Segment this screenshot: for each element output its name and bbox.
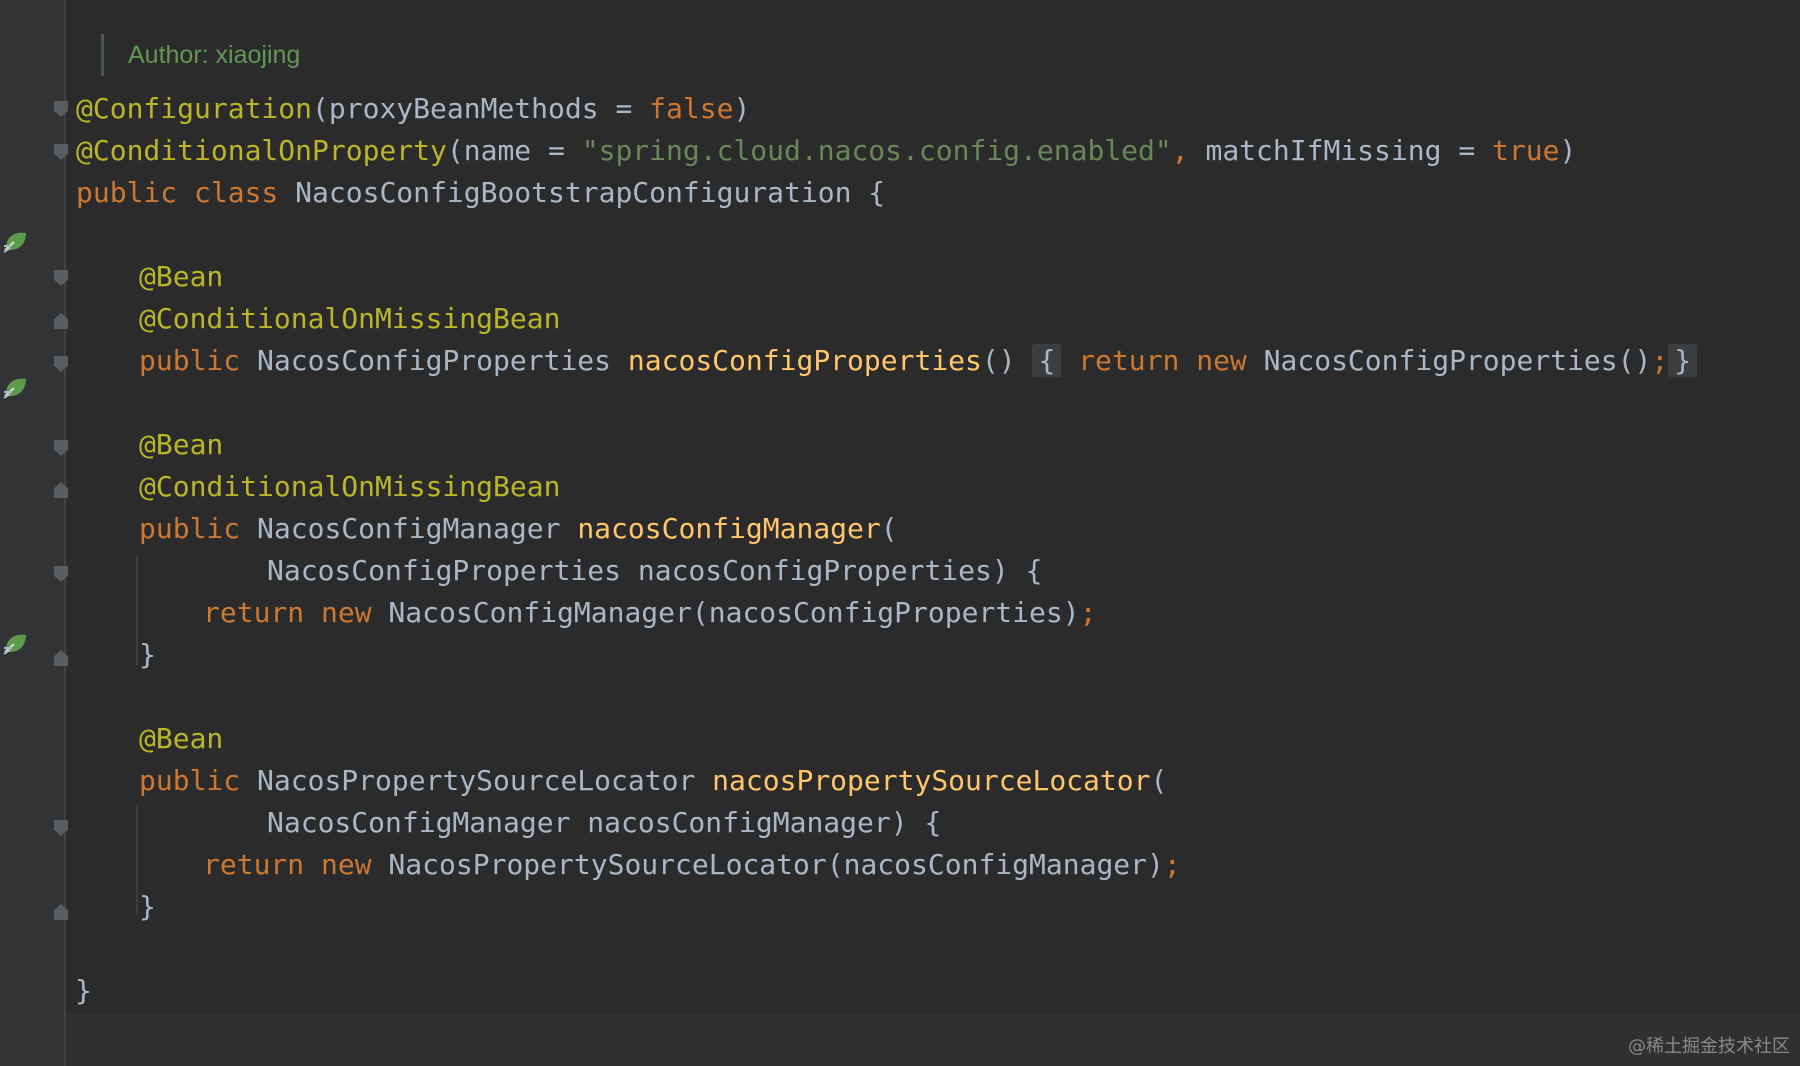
code-text: ) xyxy=(1559,134,1577,167)
annotation: @Bean xyxy=(139,260,224,293)
annotation: @ConditionalOnMissingBean xyxy=(139,302,561,335)
method-name: nacosConfigProperties xyxy=(627,344,982,377)
code-text: } xyxy=(139,638,156,671)
folded-region-open[interactable]: { xyxy=(1032,344,1062,377)
code-line-2: @ConditionalOnProperty(name = "spring.cl… xyxy=(76,130,1576,172)
indent-guide xyxy=(136,805,138,915)
code-text: } xyxy=(75,974,92,1007)
spring-bean-icon[interactable] xyxy=(2,374,32,400)
annotation: @ConditionalOnProperty xyxy=(76,134,447,167)
keyword: return new xyxy=(203,848,372,881)
code-line-17: } xyxy=(139,886,156,928)
code-line-12: } xyxy=(139,634,156,676)
spring-bean-icon[interactable] xyxy=(2,228,32,254)
keyword: false xyxy=(649,92,734,125)
code-line-16: return new NacosPropertySourceLocator(na… xyxy=(203,844,1181,886)
keyword: public class xyxy=(76,176,279,209)
code-text: NacosConfigManager xyxy=(240,512,578,545)
keyword: public xyxy=(139,512,241,545)
code-line-9: public NacosConfigManager nacosConfigMan… xyxy=(139,508,898,550)
code-text: } xyxy=(139,890,156,923)
code-text: (name = xyxy=(446,134,582,167)
code-text: matchIfMissing = xyxy=(1188,134,1493,167)
code-text: NacosConfigProperties xyxy=(240,344,628,377)
folded-region-close[interactable]: } xyxy=(1668,344,1698,377)
code-text: NacosConfigManager(nacosConfigProperties… xyxy=(371,596,1080,629)
keyword: public xyxy=(139,764,241,797)
code-line-15: NacosConfigManager nacosConfigManager) { xyxy=(267,802,941,844)
code-line-3: public class NacosConfigBootstrapConfigu… xyxy=(76,172,885,214)
code-text: () xyxy=(981,344,1033,377)
code-line-5: @ConditionalOnMissingBean xyxy=(139,298,560,340)
code-text: (proxyBeanMethods = xyxy=(312,92,650,125)
code-editor[interactable]: Author: xiaojing @Configuration(proxyBea… xyxy=(66,0,1800,1014)
punctuation: , xyxy=(1171,134,1189,167)
code-line-8: @ConditionalOnMissingBean xyxy=(139,466,560,508)
code-text: NacosConfigProperties nacosConfigPropert… xyxy=(267,554,1043,587)
punctuation: ; xyxy=(1163,848,1181,881)
editor-bottom-area xyxy=(66,1014,1800,1066)
annotation: @Bean xyxy=(139,722,224,755)
annotation: @ConditionalOnMissingBean xyxy=(139,470,561,503)
code-text: NacosPropertySourceLocator xyxy=(240,764,713,797)
annotation: @Configuration xyxy=(76,92,313,125)
code-text: NacosPropertySourceLocator(nacosConfigMa… xyxy=(371,848,1164,881)
keyword: return new xyxy=(203,596,372,629)
code-line-6: public NacosConfigProperties nacosConfig… xyxy=(139,340,1698,382)
keyword: return new xyxy=(1078,344,1247,377)
code-line-11: return new NacosConfigManager(nacosConfi… xyxy=(203,592,1096,634)
code-line-10: NacosConfigProperties nacosConfigPropert… xyxy=(267,550,1042,592)
code-text: NacosConfigBootstrapConfiguration { xyxy=(278,176,886,209)
line-gutter xyxy=(0,0,68,1066)
indent-guide xyxy=(136,555,138,665)
code-line-4: @Bean xyxy=(139,256,223,298)
code-text: NacosConfigManager nacosConfigManager) { xyxy=(267,806,942,839)
method-name: nacosConfigManager xyxy=(577,512,881,545)
punctuation: ; xyxy=(1651,344,1669,377)
keyword: public xyxy=(139,344,241,377)
annotation: @Bean xyxy=(139,428,224,461)
code-text: NacosConfigProperties() xyxy=(1246,344,1652,377)
string-literal: "spring.cloud.nacos.config.enabled" xyxy=(581,134,1172,167)
spring-bean-icon[interactable] xyxy=(2,630,32,656)
code-text: ( xyxy=(1150,764,1168,797)
watermark: @稀土掘金技术社区 xyxy=(1628,1036,1790,1057)
code-text: ) xyxy=(733,92,751,125)
method-name: nacosPropertySourceLocator xyxy=(712,764,1151,797)
doc-comment-author: Author: xiaojing xyxy=(101,34,300,76)
code-line-1: @Configuration(proxyBeanMethods = false) xyxy=(76,88,750,130)
code-text: ( xyxy=(880,512,898,545)
keyword: true xyxy=(1492,134,1560,167)
punctuation: ; xyxy=(1079,596,1097,629)
code-line-18: } xyxy=(75,970,92,1012)
code-line-7: @Bean xyxy=(139,424,223,466)
code-line-14: public NacosPropertySourceLocator nacosP… xyxy=(139,760,1167,802)
code-line-13: @Bean xyxy=(139,718,223,760)
